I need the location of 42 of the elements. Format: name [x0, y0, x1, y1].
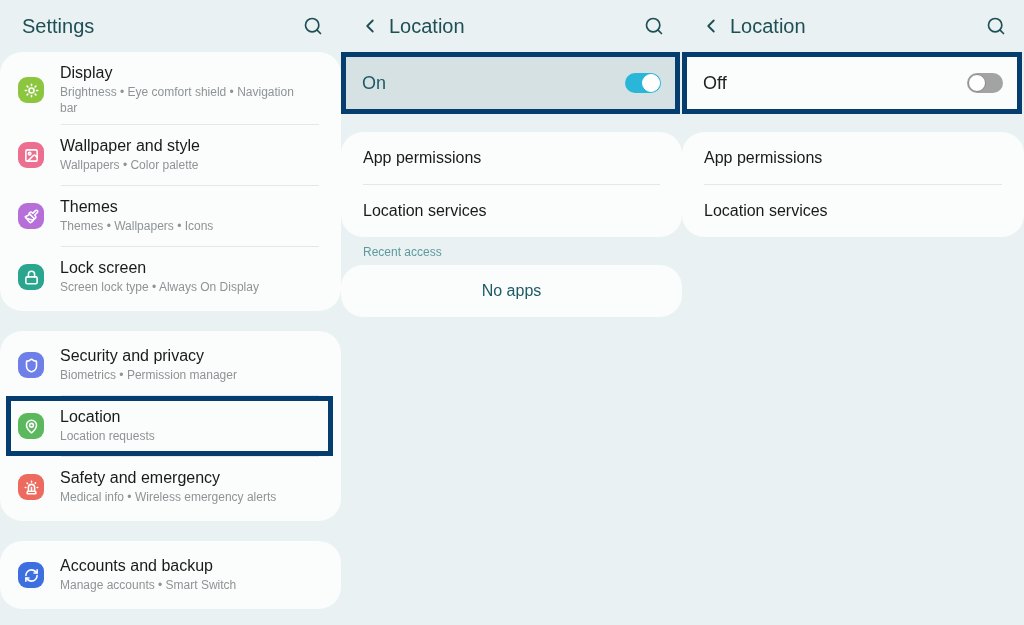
item-title: Themes	[60, 198, 119, 217]
toggle-row[interactable]: Off	[682, 52, 1022, 114]
item-subtitle: Screen lock type • Always On Display	[60, 279, 259, 296]
settings-item[interactable]: Location Location requests	[6, 396, 333, 457]
screen-title: Location	[730, 14, 807, 38]
item-title: Safety and emergency	[60, 469, 222, 488]
settings-item[interactable]: Security and privacy Biometrics • Permission manager	[6, 335, 333, 396]
item-title: Security and privacy	[60, 347, 206, 366]
toggle-switch[interactable]	[625, 73, 661, 93]
item-title: Display	[60, 64, 114, 82]
screen-title: Settings	[22, 14, 96, 38]
toggle-row[interactable]: On	[341, 52, 680, 114]
screen-title: Location	[389, 14, 466, 38]
item-title: Location	[60, 408, 122, 427]
toggle-label: Off	[703, 72, 727, 94]
item-title: Wallpaper and style	[60, 137, 200, 156]
item-subtitle: Brightness • Eye comfort shield • Navigation bar	[60, 84, 295, 117]
settings-item[interactable]: Display Brightness • Eye comfort shield • Navigation bar	[6, 56, 333, 125]
menu-item[interactable]: Location services	[341, 185, 682, 237]
toggle-switch[interactable]	[967, 73, 1003, 93]
menu-item[interactable]: App permissions	[682, 132, 1024, 184]
item-subtitle: Biometrics • Permission manager	[60, 367, 237, 384]
item-subtitle: Manage accounts • Smart Switch	[60, 577, 237, 594]
search-icon[interactable]	[986, 16, 1006, 36]
toggle-label: On	[362, 72, 386, 94]
settings-item[interactable]: Safety and emergency Medical info • Wireless emergency alerts	[6, 457, 333, 518]
settings-item[interactable]: Wallpaper and style Wallpapers • Color palette	[6, 125, 333, 186]
menu-item[interactable]: Location services	[682, 185, 1024, 237]
empty-message: No apps	[480, 281, 543, 301]
search-icon[interactable]	[644, 16, 664, 36]
settings-item[interactable]: Accounts and backup Manage accounts • Smart Switch	[6, 545, 333, 606]
item-subtitle: Wallpapers • Color palette	[60, 157, 200, 174]
item-subtitle: Location requests	[60, 428, 155, 445]
item-title: Accounts and backup	[60, 557, 214, 576]
search-icon[interactable]	[303, 16, 323, 36]
menu-item[interactable]: App permissions	[341, 132, 682, 184]
settings-item[interactable]: Lock screen Screen lock type • Always On Display	[6, 247, 333, 308]
item-subtitle: Medical info • Wireless emergency alerts	[60, 489, 277, 506]
item-subtitle: Themes • Wallpapers • Icons	[60, 218, 214, 235]
item-title: Lock screen	[60, 259, 148, 278]
section-heading: Recent access	[362, 244, 443, 261]
settings-item[interactable]: Themes Themes • Wallpapers • Icons	[6, 186, 333, 247]
